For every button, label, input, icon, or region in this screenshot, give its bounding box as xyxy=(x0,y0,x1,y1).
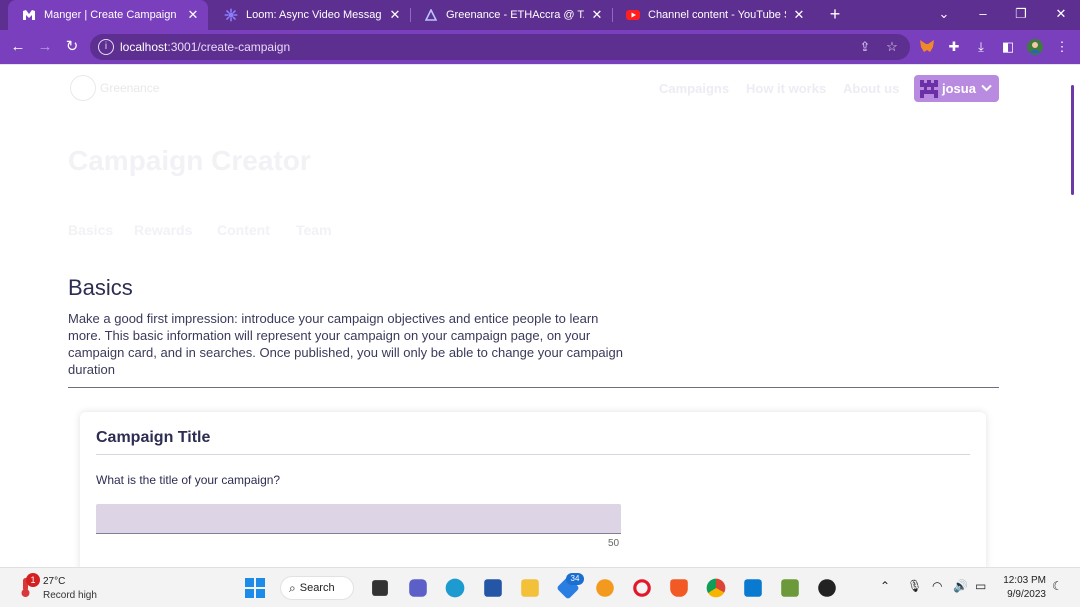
tab-title: Manger | Create Campaign xyxy=(44,9,177,21)
greenance-leaf-icon xyxy=(70,75,96,101)
nav-about-us[interactable]: About us xyxy=(843,81,899,96)
download-icon[interactable]: ⤓ xyxy=(972,39,990,55)
window-close-icon[interactable]: ✕ xyxy=(1042,0,1080,30)
step-tab-content[interactable]: Content xyxy=(217,222,270,238)
edge-browser-icon[interactable] xyxy=(445,578,465,598)
chevron-down-icon xyxy=(981,83,992,95)
clock-time: 12:03 PM xyxy=(1003,575,1046,586)
tab-search-chevron-icon[interactable]: ⌄ xyxy=(925,0,963,30)
restore-icon[interactable]: ❐ xyxy=(1002,0,1040,30)
site-logo[interactable]: Greenance xyxy=(70,75,159,101)
greenance-m-icon xyxy=(22,8,36,22)
microsoft-store-icon[interactable] xyxy=(484,579,502,597)
extensions-puzzle-icon[interactable]: ✚ xyxy=(945,39,963,55)
windows-start-icon[interactable] xyxy=(244,577,266,599)
step-tab-rewards[interactable]: Rewards xyxy=(134,222,192,238)
frog-app-icon[interactable] xyxy=(781,579,799,597)
speaker-icon[interactable]: 🔊 xyxy=(953,579,968,593)
side-panel-icon[interactable]: ◧ xyxy=(999,39,1017,55)
weather-text: Record high xyxy=(43,590,97,601)
tab-loom[interactable]: Loom: Async Video Messaging fo ✕ xyxy=(210,0,410,30)
section-heading: Basics xyxy=(68,275,133,300)
new-tab-plus-icon[interactable]: + xyxy=(825,4,845,24)
tab-greenance-taikai[interactable]: Greenance - ETHAccra @ TAIKAI ✕ xyxy=(410,0,612,30)
vscode-icon[interactable] xyxy=(744,579,762,597)
tray-chevron-up-icon[interactable]: ⌃ xyxy=(880,579,890,593)
card-divider xyxy=(96,454,970,455)
file-explorer-icon[interactable] xyxy=(521,579,539,597)
do-not-disturb-moon-icon[interactable]: ☾ xyxy=(1052,579,1063,593)
brave-browser-icon[interactable] xyxy=(670,579,688,597)
search-label: Search xyxy=(299,582,335,594)
windows-taskbar: 1 27°C Record high ⌕ Search 34 ⌃ 🎙 ◠ 🔊 ▭… xyxy=(0,567,1080,607)
youtube-icon xyxy=(626,8,640,22)
page-scrollbar[interactable] xyxy=(1071,85,1074,195)
page-title: Campaign Creator xyxy=(68,145,311,176)
step-tab-basics[interactable]: Basics xyxy=(68,222,113,238)
metamask-fox-icon[interactable] xyxy=(918,39,936,55)
reload-icon[interactable]: ↻ xyxy=(61,36,83,58)
share-icon[interactable]: ⇪ xyxy=(857,39,873,55)
browser-menu-icon[interactable]: ⋮ xyxy=(1053,39,1071,55)
tab-title: Loom: Async Video Messaging fo xyxy=(246,9,382,21)
forward-arrow-icon[interactable]: → xyxy=(34,36,56,58)
campaign-title-input[interactable] xyxy=(96,504,621,534)
taskbar-search-button[interactable]: ⌕ Search xyxy=(280,576,354,600)
minimize-icon[interactable]: – xyxy=(964,0,1002,30)
tab-title: Channel content - YouTube Studi xyxy=(648,9,786,21)
url-text[interactable]: localhost:3001/create-campaign xyxy=(120,40,290,54)
weather-alert-badge: 1 xyxy=(26,573,40,587)
logo-text: Greenance xyxy=(100,81,160,95)
tab-close-icon[interactable]: ✕ xyxy=(388,7,402,23)
profile-avatar-icon[interactable] xyxy=(1026,39,1044,55)
tab-close-icon[interactable]: ✕ xyxy=(792,7,806,23)
battery-icon[interactable]: ▭ xyxy=(975,579,986,593)
taikai-icon xyxy=(424,8,438,22)
loom-icon xyxy=(224,8,238,22)
notification-count-badge: 34 xyxy=(566,573,584,585)
wifi-icon[interactable]: ◠ xyxy=(932,579,942,593)
microphone-icon[interactable]: 🎙 xyxy=(907,579,922,593)
step-tab-team[interactable]: Team xyxy=(296,222,332,238)
section-description: Make a good first impression: introduce … xyxy=(68,311,624,377)
opera-browser-icon[interactable] xyxy=(633,579,651,597)
tab-youtube-studio[interactable]: Channel content - YouTube Studi ✕ xyxy=(612,0,814,30)
page-content: Greenance Campaigns How it works About u… xyxy=(0,64,1080,567)
address-bar[interactable]: i localhost:3001/create-campaign ⇪ ☆ xyxy=(90,34,910,60)
tab-title: Greenance - ETHAccra @ TAIKAI xyxy=(446,9,584,21)
field-question: What is the title of your campaign? xyxy=(96,473,281,487)
teams-chat-icon[interactable] xyxy=(409,579,427,597)
chrome-browser-icon[interactable] xyxy=(706,578,726,598)
card-title: Campaign Title xyxy=(96,429,211,446)
weather-temperature: 27°C xyxy=(43,576,66,587)
search-icon: ⌕ xyxy=(289,580,296,595)
system-clock[interactable]: 12:03 PM 9/9/2023 xyxy=(1000,574,1046,602)
task-view-icon[interactable] xyxy=(372,580,388,596)
clock-date: 9/9/2023 xyxy=(1007,589,1046,600)
user-name: josua xyxy=(942,81,976,96)
pixel-avatar-icon xyxy=(920,79,938,98)
nav-how-it-works[interactable]: How it works xyxy=(746,81,826,96)
tab-close-icon[interactable]: ✕ xyxy=(590,7,604,23)
campaign-title-card: Campaign Title What is the title of your… xyxy=(80,412,986,567)
browser-toolbar: ← → ↻ i localhost:3001/create-campaign ⇪… xyxy=(0,30,1080,64)
tab-create-campaign[interactable]: Manger | Create Campaign ✕ xyxy=(8,0,208,30)
site-info-icon[interactable]: i xyxy=(98,39,114,55)
nav-campaigns[interactable]: Campaigns xyxy=(659,81,729,96)
colorful-app-icon[interactable] xyxy=(596,579,614,597)
char-limit-counter: 50 xyxy=(608,538,620,549)
tab-close-icon[interactable]: ✕ xyxy=(186,7,200,23)
section-divider xyxy=(68,387,999,388)
back-arrow-icon[interactable]: ← xyxy=(7,36,29,58)
obs-studio-icon[interactable] xyxy=(818,579,836,597)
bookmark-star-icon[interactable]: ☆ xyxy=(884,39,900,55)
user-menu-button[interactable]: josua xyxy=(914,75,999,102)
browser-tab-strip: Manger | Create Campaign ✕ Loom: Async V… xyxy=(0,0,1080,30)
